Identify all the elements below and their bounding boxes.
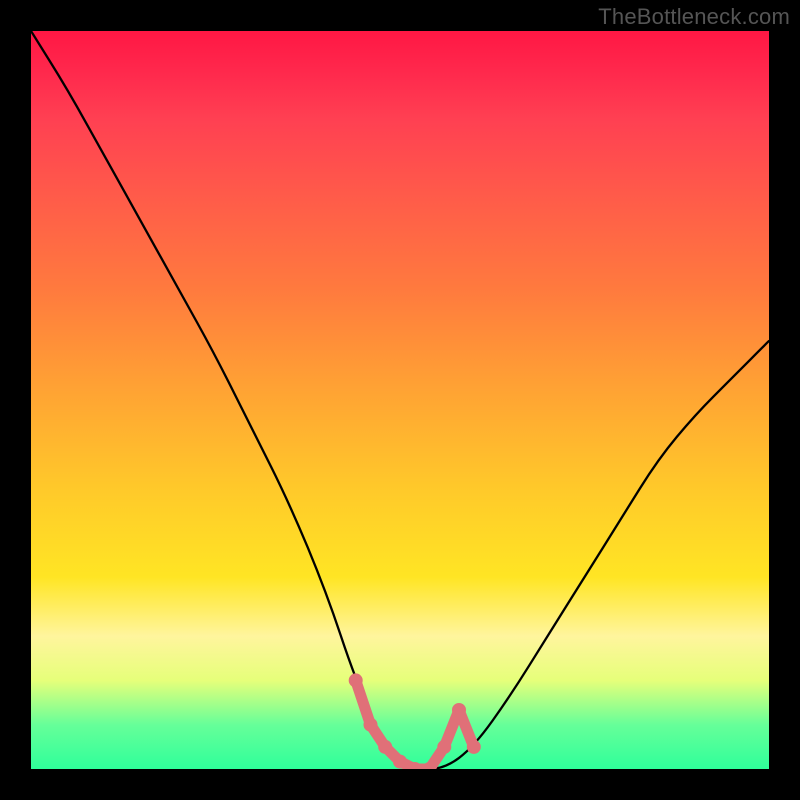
chart-frame: TheBottleneck.com: [0, 0, 800, 800]
watermark-text: TheBottleneck.com: [598, 4, 790, 30]
plot-gradient-background: [31, 31, 769, 769]
